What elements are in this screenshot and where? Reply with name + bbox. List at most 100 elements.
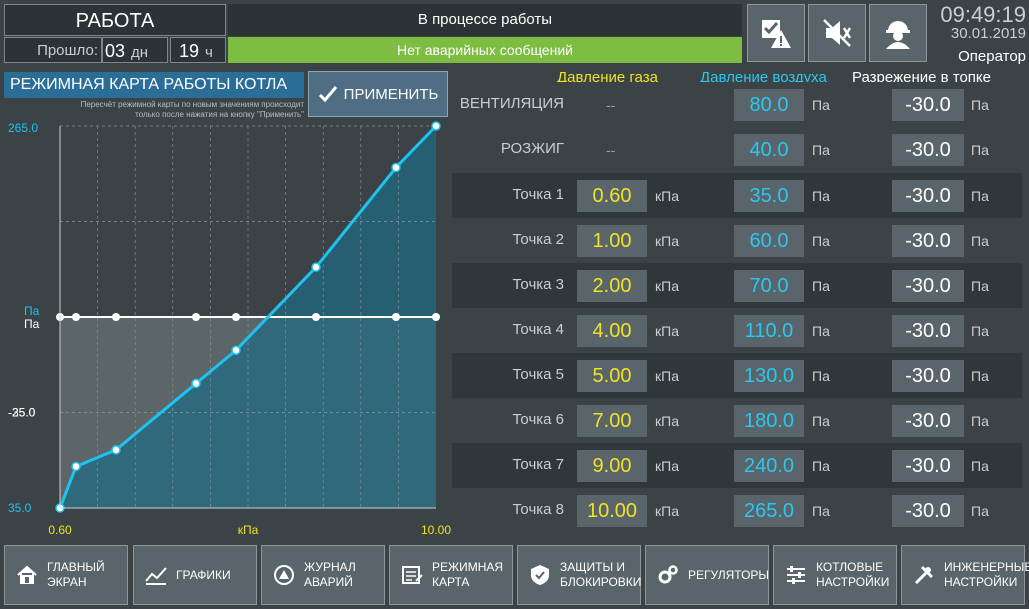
air-unit: Па bbox=[812, 278, 830, 294]
row-label: Точка 1 bbox=[512, 186, 564, 203]
nav-label-line1: РЕЖИМНАЯ bbox=[432, 560, 504, 574]
air-unit: Па bbox=[812, 142, 830, 158]
gas-unit: кПа bbox=[655, 413, 679, 429]
gas-pressure-input[interactable]: 1.00 bbox=[577, 225, 647, 257]
alarm-status: Нет аварийных сообщений bbox=[228, 37, 742, 63]
apply-label: ПРИМЕНИТЬ bbox=[343, 85, 439, 103]
mode-map-chart: 265.0-25.0-35.035.0ПаПа0.60 10.00кПа bbox=[8, 121, 451, 537]
air-pressure-input[interactable]: 70.0 bbox=[734, 270, 804, 302]
row-label: Точка 7 bbox=[512, 456, 564, 473]
elapsed-days-value: 03 bbox=[105, 41, 126, 61]
air-pressure-input[interactable]: 80.0 bbox=[734, 89, 804, 121]
apply-button[interactable]: ПРИМЕНИТЬ bbox=[308, 71, 448, 117]
vacuum-input[interactable]: -30.0 bbox=[892, 134, 964, 166]
alarm-log-icon bbox=[274, 565, 294, 585]
gas-unit: кПа bbox=[655, 323, 679, 339]
nav-label-line2: АВАРИЙ bbox=[304, 575, 353, 589]
check-warning-icon bbox=[762, 20, 791, 48]
vacuum-input[interactable]: -30.0 bbox=[892, 495, 964, 527]
vacuum-input[interactable]: -30.0 bbox=[892, 450, 964, 482]
air-unit: Па bbox=[812, 413, 830, 429]
speaker-mute-icon bbox=[823, 19, 852, 47]
nav-label-line1: ЗАЩИТЫ И bbox=[560, 560, 626, 574]
clock: 09:49:19 30.01.2019 Оператор bbox=[930, 4, 1026, 66]
tools-icon bbox=[914, 565, 934, 585]
vacuum-input[interactable]: -30.0 bbox=[892, 360, 964, 392]
nav-alarm-log-button[interactable]: ЖУРНАЛ АВАРИЙ bbox=[261, 545, 385, 605]
air-pressure-point bbox=[231, 345, 241, 355]
nav-gears-button[interactable]: РЕГУЛЯТОРЫ bbox=[645, 545, 769, 605]
vacuum-point bbox=[192, 313, 200, 321]
air-pressure-input[interactable]: 40.0 bbox=[734, 134, 804, 166]
vacuum-unit: Па bbox=[971, 233, 989, 249]
air-pressure-input[interactable]: 180.0 bbox=[734, 405, 804, 437]
y-tick-label-top: 265.0 bbox=[8, 121, 38, 135]
air-pressure-point bbox=[391, 162, 401, 173]
air-unit: Па bbox=[812, 188, 830, 204]
nav-label-line2: НАСТРОЙКИ bbox=[816, 575, 890, 589]
gas-pressure-input[interactable]: 2.00 bbox=[577, 270, 647, 302]
mute-button[interactable] bbox=[808, 4, 866, 62]
y2-tick-label-bottom: -35.0 bbox=[8, 406, 36, 420]
air-pressure-input[interactable]: 265.0 bbox=[734, 495, 804, 527]
vacuum-input[interactable]: -30.0 bbox=[892, 89, 964, 121]
gas-unit: кПа bbox=[655, 458, 679, 474]
process-state: В процессе работы bbox=[228, 4, 742, 36]
nav-label-line1: ЖУРНАЛ bbox=[304, 560, 356, 574]
vacuum-unit: Па bbox=[971, 458, 989, 474]
nav-map-button[interactable]: РЕЖИМНАЯ КАРТА bbox=[389, 545, 513, 605]
row-label: Точка 2 bbox=[512, 231, 564, 248]
gas-pressure-input[interactable]: 7.00 bbox=[577, 405, 647, 437]
vacuum-input[interactable]: -30.0 bbox=[892, 270, 964, 302]
gas-unit: кПа bbox=[655, 278, 679, 294]
shield-icon bbox=[531, 565, 549, 585]
air-pressure-point bbox=[71, 461, 81, 472]
vacuum-input[interactable]: -30.0 bbox=[892, 315, 964, 347]
vacuum-point bbox=[392, 313, 400, 321]
gas-pressure-input[interactable]: 9.00 bbox=[577, 450, 647, 482]
air-pressure-input[interactable]: 240.0 bbox=[734, 450, 804, 482]
air-pressure-point bbox=[311, 262, 321, 272]
row-label: РОЗЖИГ bbox=[500, 140, 564, 157]
x-axis-label: кПа bbox=[238, 523, 259, 537]
nav-label: ЗАЩИТЫ И БЛОКИРОВКИ bbox=[560, 560, 641, 590]
air-pressure-input[interactable]: 35.0 bbox=[734, 180, 804, 212]
vacuum-unit: Па bbox=[971, 142, 989, 158]
acknowledge-button[interactable] bbox=[747, 4, 805, 62]
gas-pressure-input[interactable]: 0.60 bbox=[577, 180, 647, 212]
home-icon bbox=[17, 565, 37, 584]
nav-chart-button[interactable]: ГРАФИКИ bbox=[133, 545, 257, 605]
vacuum-input[interactable]: -30.0 bbox=[892, 225, 964, 257]
gas-pressure-input[interactable]: 5.00 bbox=[577, 360, 647, 392]
y2-axis-unit: Па bbox=[24, 317, 40, 331]
gears-icon bbox=[658, 565, 678, 584]
vacuum-unit: Па bbox=[971, 503, 989, 519]
nav-label: ИНЖЕНЕРНЫЕ НАСТРОЙКИ bbox=[944, 560, 1029, 590]
recalc-note-line1: Пересчёт режимной карты по новым значени… bbox=[80, 100, 304, 109]
nav-label-line1: КОТЛОВЫЕ bbox=[816, 560, 884, 574]
nav-shield-button[interactable]: ЗАЩИТЫ И БЛОКИРОВКИ bbox=[517, 545, 641, 605]
air-unit: Па bbox=[812, 458, 830, 474]
air-unit: Па bbox=[812, 233, 830, 249]
map-title: РЕЖИМНАЯ КАРТА РАБОТЫ КОТЛА bbox=[4, 72, 304, 98]
map-icon bbox=[402, 566, 423, 584]
nav-tools-button[interactable]: ИНЖЕНЕРНЫЕ НАСТРОЙКИ bbox=[901, 545, 1029, 605]
recalc-note: Пересчёт режимной карты по новым значени… bbox=[4, 100, 304, 120]
vacuum-input[interactable]: -30.0 bbox=[892, 405, 964, 437]
row-label: Точка 8 bbox=[512, 501, 564, 518]
air-pressure-input[interactable]: 110.0 bbox=[734, 315, 804, 347]
vacuum-input[interactable]: -30.0 bbox=[892, 180, 964, 212]
air-pressure-input[interactable]: 60.0 bbox=[734, 225, 804, 257]
operator-button[interactable] bbox=[869, 4, 927, 62]
air-pressure-input[interactable]: 130.0 bbox=[734, 360, 804, 392]
gas-pressure-input[interactable]: 4.00 bbox=[577, 315, 647, 347]
sliders-icon bbox=[787, 566, 805, 584]
nav-sliders-button[interactable]: КОТЛОВЫЕ НАСТРОЙКИ bbox=[773, 545, 897, 605]
nav-label-line1: ГЛАВНЫЙ bbox=[47, 560, 105, 574]
nav-home-button[interactable]: ГЛАВНЫЙ ЭКРАН bbox=[4, 545, 128, 605]
elapsed-days: 03 дн bbox=[102, 37, 168, 63]
vacuum-point bbox=[232, 313, 240, 321]
chart-icon bbox=[145, 567, 167, 585]
gas-pressure-input[interactable]: 10.00 bbox=[577, 495, 647, 527]
gas-pressure-value: -- bbox=[606, 97, 616, 113]
